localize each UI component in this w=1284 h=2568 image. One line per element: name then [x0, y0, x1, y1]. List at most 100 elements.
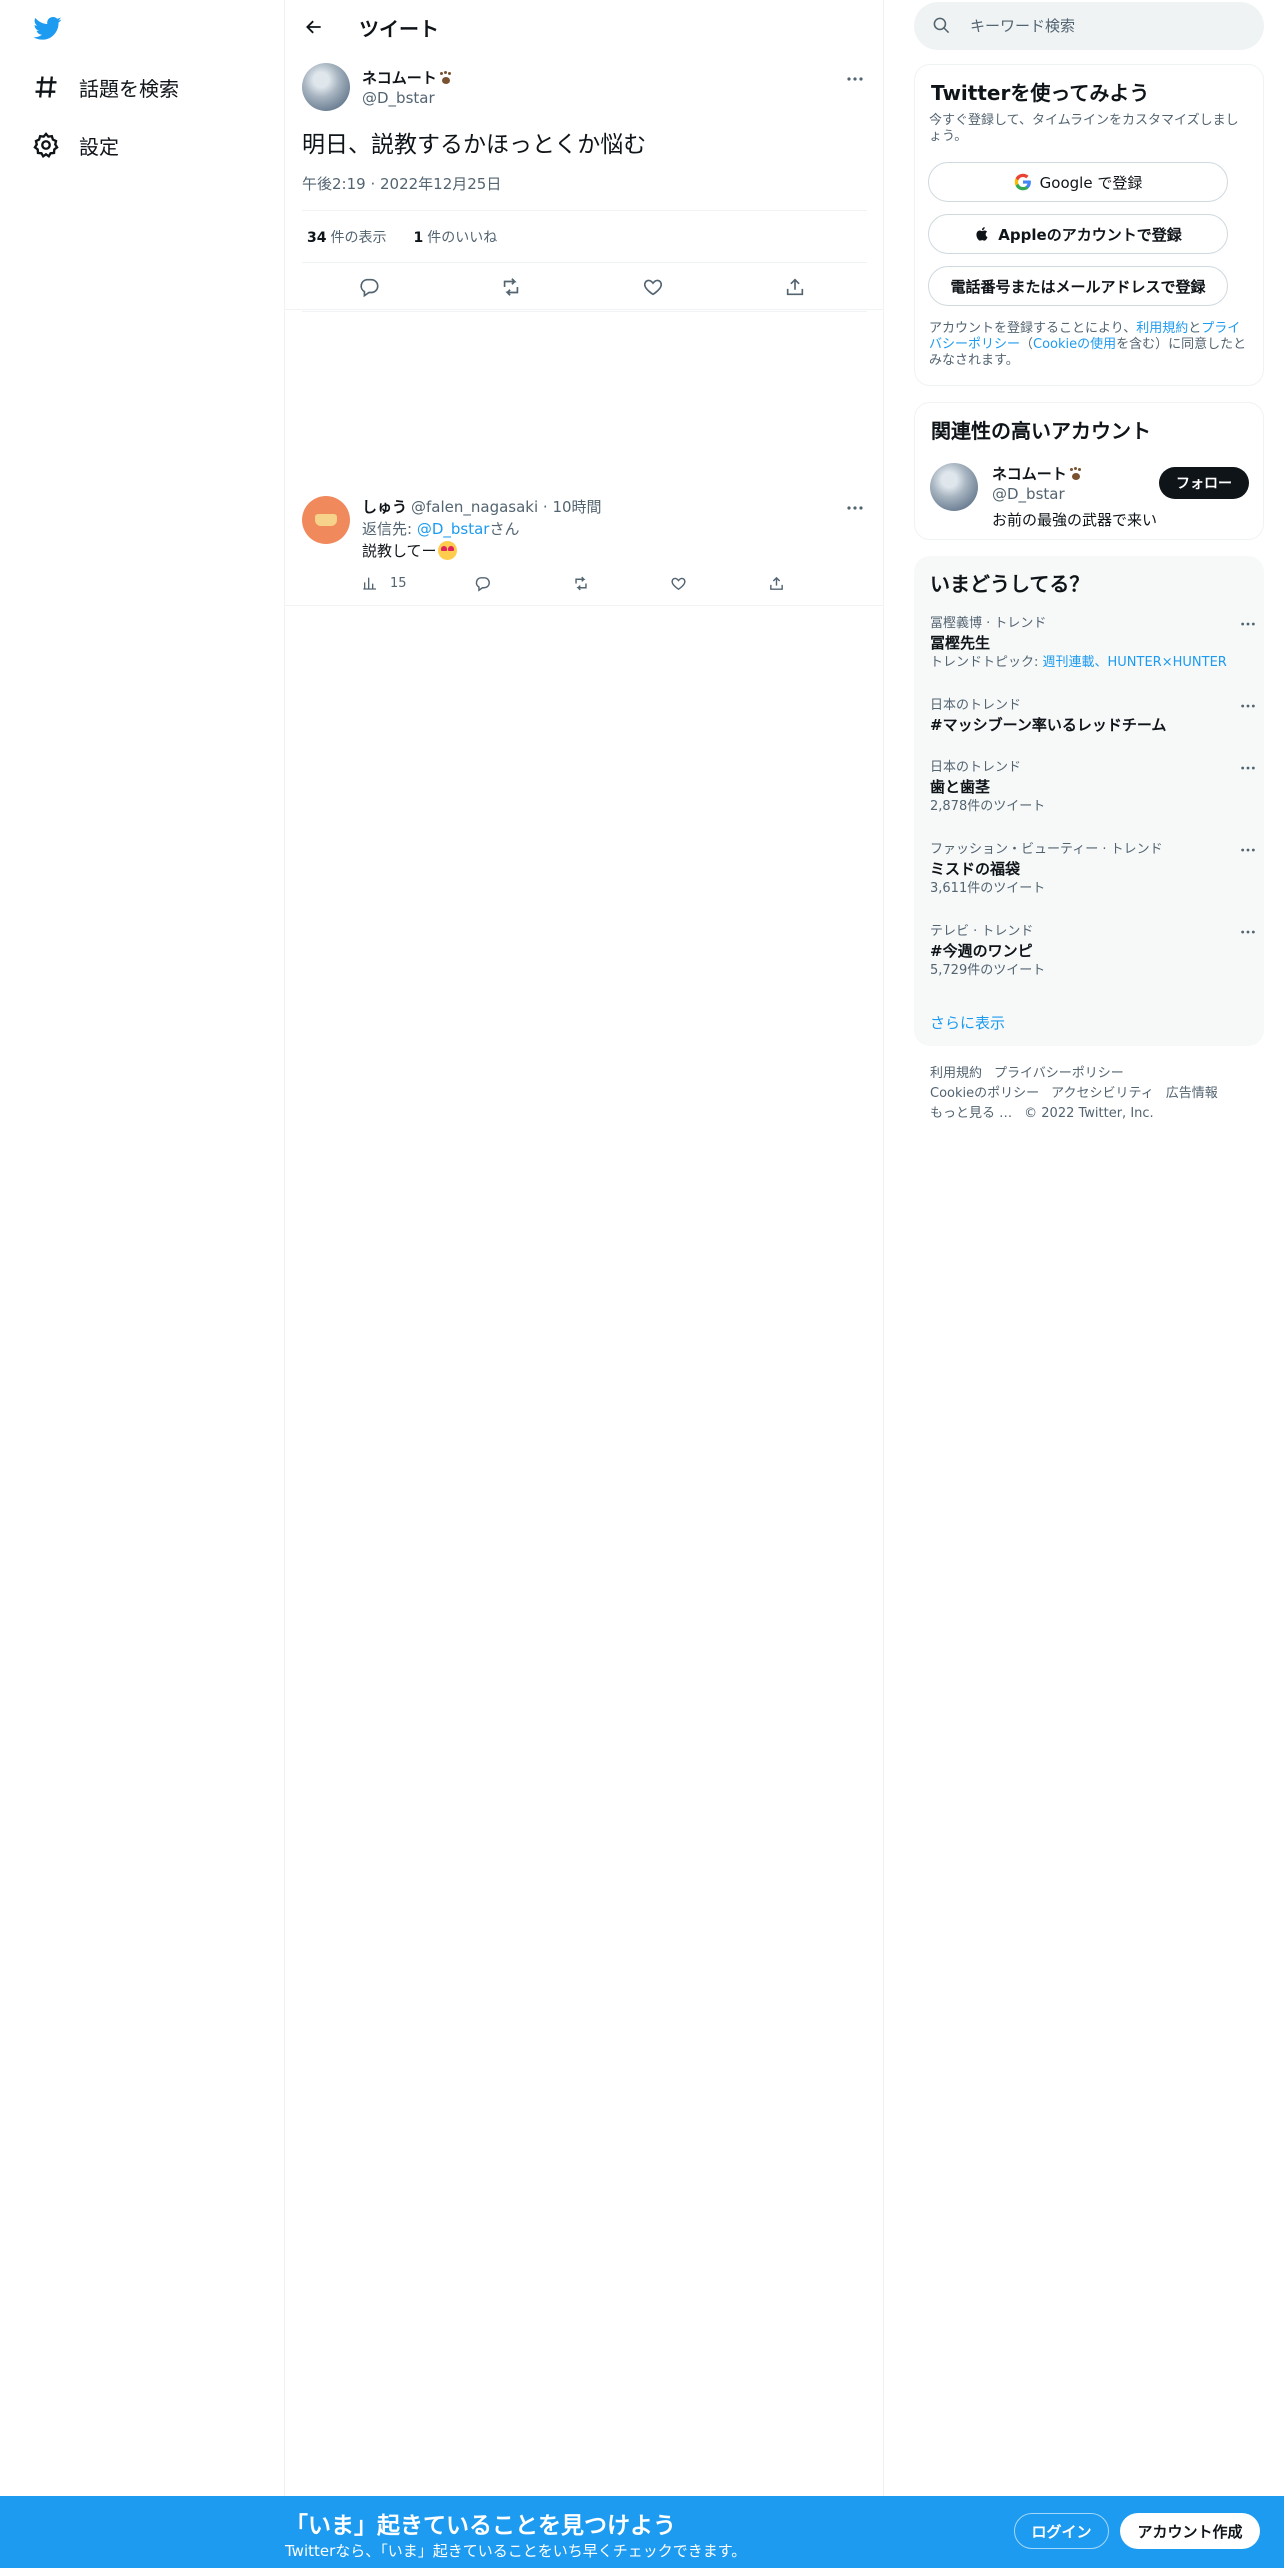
trends-title: いまどうしてる？	[930, 572, 1090, 596]
trend-item[interactable]: 冨樫義博 · トレンド 冨樫先生 トレンドトピック: 週刊連載、HUNTER×H…	[930, 616, 1255, 671]
share-icon[interactable]	[768, 572, 785, 594]
views-label: 件の表示	[330, 229, 387, 246]
retweet-icon[interactable]	[498, 274, 524, 300]
more-options-icon[interactable]	[1240, 616, 1256, 632]
footer-link[interactable]: 利用規約	[930, 1064, 982, 1084]
share-icon[interactable]	[782, 274, 808, 300]
reply-header: しゅう @falen_nagasaki · 10時間	[362, 496, 602, 517]
main-column: ツイート ネコムート @D_bstar 明日、説教するかほっとくか悩む 午後2:…	[285, 0, 884, 2568]
trend-meta: テレビ · トレンド	[930, 924, 1034, 939]
avatar[interactable]	[930, 463, 978, 511]
search-input[interactable]	[970, 2, 1250, 50]
trend-topics-link[interactable]: 週刊連載、HUNTER×HUNTER	[1043, 655, 1227, 670]
search-bar[interactable]	[914, 2, 1264, 50]
twitter-logo-icon[interactable]	[32, 14, 64, 42]
views-count: 34	[307, 229, 327, 246]
footer: 利用規約 プライバシーポリシー Cookieのポリシー アクセシビリティ 広告情…	[930, 1064, 1250, 1124]
handle-and-time[interactable]: @falen_nagasaki · 10時間	[411, 496, 602, 517]
trend-name: 歯と歯茎	[930, 778, 991, 796]
footer-link[interactable]: もっと見る …	[930, 1104, 1012, 1124]
apple-logo-icon	[976, 227, 988, 241]
trend-meta: 日本のトレンド	[930, 698, 1022, 713]
related-account-handle[interactable]: @D_bstar	[992, 485, 1065, 503]
cookie-link[interactable]: Cookieの使用	[1033, 337, 1116, 352]
more-options-icon[interactable]	[1240, 924, 1256, 940]
display-name[interactable]: しゅう	[362, 496, 407, 517]
create-account-button[interactable]: アカウント作成	[1120, 2513, 1260, 2549]
show-more-link[interactable]: さらに表示	[930, 1012, 1005, 1033]
more-options-icon[interactable]	[1240, 760, 1256, 776]
heart-eyes-emoji-icon	[437, 541, 457, 560]
google-logo-icon	[1014, 173, 1031, 191]
left-nav: 話題を検索 設定	[0, 0, 285, 2568]
back-arrow-icon[interactable]	[299, 12, 329, 42]
more-options-icon[interactable]	[843, 67, 867, 91]
paw-emoji-icon	[439, 71, 453, 85]
trend-tweet-count: 3,611件のツイート	[930, 881, 1046, 896]
trend-meta: 冨樫義博 · トレンド	[930, 616, 1047, 631]
tweet-timestamp[interactable]: 午後2:19 · 2022年12月25日	[302, 173, 501, 194]
footer-link[interactable]: アクセシビリティ	[1051, 1084, 1154, 1104]
trend-item[interactable]: 日本のトレンド 歯と歯茎 2,878件のツイート	[930, 760, 1255, 815]
footer-link[interactable]: プライバシーポリシー	[994, 1064, 1124, 1084]
views-button[interactable]: 15	[362, 572, 407, 594]
reply-actions: 15	[362, 572, 792, 594]
reply-icon[interactable]	[356, 274, 382, 300]
trend-item[interactable]: テレビ · トレンド #今週のワンピ 5,729件のツイート	[930, 924, 1255, 979]
avatar[interactable]	[302, 496, 350, 544]
signup-legal-text: アカウントを登録することにより、利用規約とプライバシーポリシー（Cookieの使…	[929, 321, 1251, 369]
more-options-icon[interactable]	[1240, 698, 1256, 714]
signup-card: Twitterを使ってみよう 今すぐ登録して、タイムラインをカスタマイズしましょ…	[914, 64, 1264, 386]
apple-signup-label: Appleのアカウントで登録	[998, 225, 1182, 244]
trend-name: #今週のワンピ	[930, 942, 1033, 960]
google-signup-label: Google で登録	[1039, 173, 1143, 192]
avatar[interactable]	[302, 63, 350, 111]
trend-topics-prefix: トレンドトピック:	[930, 655, 1043, 670]
footer-link[interactable]: Cookieのポリシー	[930, 1084, 1039, 1104]
copyright: © 2022 Twitter, Inc.	[1024, 1106, 1154, 1121]
reply-text-content: 説教してー	[362, 542, 437, 560]
login-button[interactable]: ログイン	[1014, 2513, 1109, 2549]
more-options-icon[interactable]	[1240, 842, 1256, 858]
legal-text: アカウントを登録することにより、	[929, 321, 1137, 336]
views-stat: 34 件の表示	[307, 227, 386, 247]
nav-item-explore[interactable]: 話題を検索	[32, 65, 179, 109]
legal-text: と	[1188, 321, 1202, 336]
search-icon	[932, 16, 951, 35]
trend-item[interactable]: ファッション・ビューティー · トレンド ミスドの福袋 3,611件のツイート	[930, 842, 1255, 897]
trends-card: いまどうしてる？ 冨樫義博 · トレンド 冨樫先生 トレンドトピック: 週刊連載…	[914, 556, 1264, 1046]
terms-link[interactable]: 利用規約	[1136, 321, 1188, 336]
legal-text: （	[1020, 337, 1034, 352]
gear-icon	[32, 131, 60, 159]
like-icon[interactable]	[670, 572, 687, 594]
reply-tweet[interactable]: しゅう @falen_nagasaki · 10時間 返信先: @D_bstar…	[285, 484, 884, 606]
replying-to: 返信先: @D_bstarさん	[362, 518, 519, 539]
related-account-name[interactable]: ネコムート	[992, 463, 1083, 484]
footer-link[interactable]: 広告情報	[1166, 1084, 1218, 1104]
nav-item-settings[interactable]: 設定	[32, 123, 119, 167]
bottombar-subtitle: Twitterなら、「いま」起きていることをいち早くチェックできます。	[285, 2542, 747, 2560]
more-options-icon[interactable]	[843, 496, 867, 520]
related-account-bio: お前の最強の武器で来い	[992, 511, 1158, 529]
trend-meta: ファッション・ビューティー · トレンド	[930, 842, 1163, 857]
retweet-icon[interactable]	[572, 572, 590, 594]
reply-to-prefix: 返信先:	[362, 520, 417, 538]
google-signup-button[interactable]: Google で登録	[928, 162, 1228, 202]
signup-title: Twitterを使ってみよう	[931, 81, 1150, 105]
like-icon[interactable]	[640, 274, 666, 300]
reply-to-suffix: さん	[489, 520, 520, 538]
related-accounts-card: 関連性の高いアカウント ネコムート @D_bstar お前の最強の武器で来い フ…	[914, 402, 1264, 540]
follow-button[interactable]: フォロー	[1159, 467, 1249, 499]
trend-tweet-count: 2,878件のツイート	[930, 799, 1046, 814]
tweet-author-name[interactable]: ネコムート	[362, 67, 453, 88]
phone-email-signup-button[interactable]: 電話番号またはメールアドレスで登録	[928, 266, 1228, 306]
phone-signup-label: 電話番号またはメールアドレスで登録	[950, 277, 1206, 296]
reply-to-handle-link[interactable]: @D_bstar	[417, 520, 490, 538]
reply-icon[interactable]	[474, 572, 491, 594]
trend-item[interactable]: 日本のトレンド #マッシブーン率いるレッドチーム	[930, 698, 1255, 735]
tweet-author-handle[interactable]: @D_bstar	[362, 89, 435, 107]
signup-subtitle: 今すぐ登録して、タイムラインをカスタマイズしましょう。	[929, 113, 1239, 144]
divider	[285, 309, 884, 310]
likes-stat[interactable]: 1 件のいいね	[413, 227, 497, 247]
apple-signup-button[interactable]: Appleのアカウントで登録	[928, 214, 1228, 254]
